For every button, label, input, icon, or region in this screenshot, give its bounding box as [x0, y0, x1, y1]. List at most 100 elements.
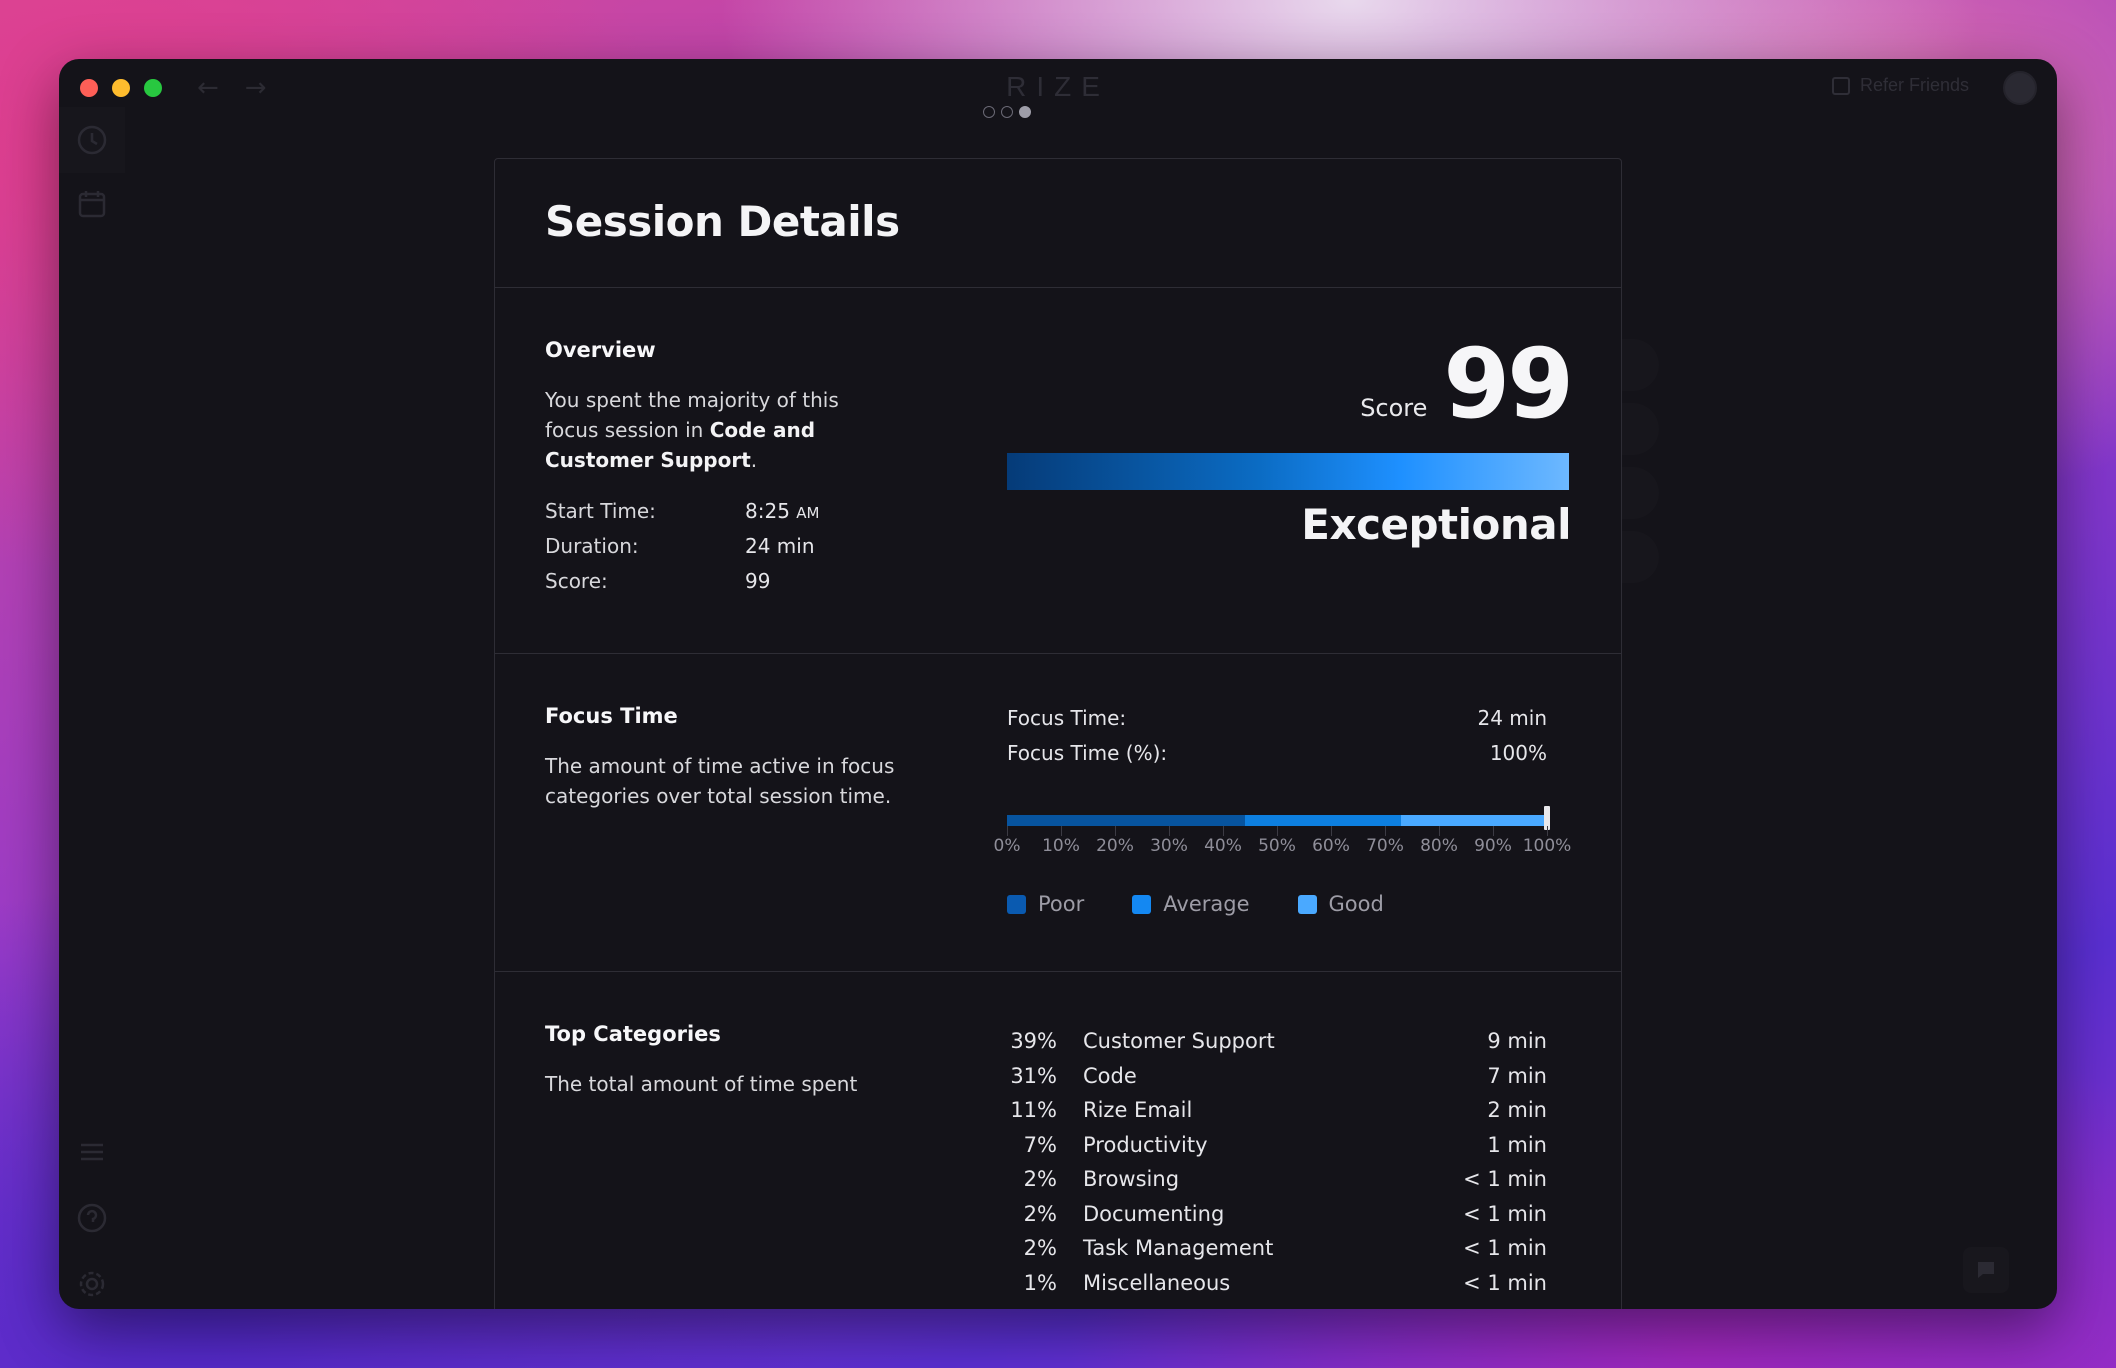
legend-item-good: Good: [1297, 892, 1384, 916]
focus-segment-poor: [1007, 815, 1245, 826]
list-item: 2% Task Management < 1 min: [1007, 1231, 1547, 1266]
gift-icon: [1831, 76, 1850, 95]
legend-swatch: [1132, 894, 1152, 914]
focus-tick: [1439, 826, 1440, 836]
legend-swatch: [1007, 894, 1026, 914]
sidebar-item-list[interactable]: [59, 1119, 125, 1185]
focus-time-value: 24 min: [1477, 706, 1547, 730]
focus-tick-label: 100%: [1522, 836, 1572, 856]
duration-label: Duration:: [545, 534, 639, 558]
focus-tick-label: 20%: [1096, 836, 1134, 856]
list-item: 2% Browsing < 1 min: [1007, 1162, 1547, 1197]
focus-tick-label: 70%: [1366, 836, 1404, 856]
sidebar-item-calendar[interactable]: [59, 171, 125, 237]
refer-friends-label: Refer Friends: [1859, 75, 1969, 95]
focus-tick: [1493, 826, 1494, 836]
category-name: Productivity: [1083, 1132, 1208, 1157]
category-percent: 7%: [1023, 1132, 1057, 1157]
focus-legend: Poor Average Good: [1007, 892, 1384, 916]
overview-section: Overview You spent the majority of this …: [495, 288, 1621, 654]
focus-tick: [1115, 826, 1116, 836]
page-title: Session Details: [545, 197, 900, 246]
category-time: < 1 min: [1463, 1270, 1547, 1295]
category-time: 7 min: [1487, 1063, 1547, 1088]
score-display: Score 99: [1360, 328, 1574, 440]
panel-header: Session Details: [495, 159, 1621, 288]
top-categories-section: Top Categories The total amount of time …: [495, 972, 1621, 1309]
focus-scale-bar: [1007, 815, 1547, 826]
score-row: Score: 99: [545, 569, 819, 604]
help-icon: [77, 1203, 107, 1233]
focus-time-stats: Focus Time: 24 min Focus Time (%): 100%: [1007, 706, 1547, 776]
start-time-clock: 8:25: [745, 499, 790, 523]
legend-swatch: [1297, 894, 1317, 914]
category-name: Browsing: [1083, 1167, 1180, 1192]
page-dot[interactable]: [983, 106, 995, 118]
overview-desc-end: .: [750, 448, 758, 472]
overview-stats: Start Time: 8:25 AM Duration: 24 min Sco…: [545, 499, 819, 604]
list-item: 31% Code 7 min: [1007, 1059, 1547, 1094]
overview-title: Overview: [545, 338, 656, 362]
list-item: 11% Rize Email 2 min: [1007, 1093, 1547, 1128]
focus-tick-label: 40%: [1204, 836, 1242, 856]
sidebar-item-timeline[interactable]: [59, 107, 125, 173]
start-time-value: 8:25 AM: [745, 499, 819, 534]
category-name: Rize Email: [1083, 1098, 1193, 1123]
legend-label: Average: [1163, 892, 1250, 916]
focus-tick: [1547, 826, 1548, 836]
duration-value: 24 min: [745, 534, 815, 558]
category-name: Code: [1083, 1063, 1137, 1088]
refer-friends-button[interactable]: Refer Friends: [1831, 75, 1969, 96]
focus-tick: [1223, 826, 1224, 836]
category-time: < 1 min: [1463, 1167, 1547, 1192]
top-categories-description: The total amount of time spent: [545, 1072, 858, 1096]
calendar-icon: [78, 191, 106, 218]
big-score-label: Score: [1360, 394, 1428, 422]
category-time: < 1 min: [1463, 1201, 1547, 1226]
legend-label: Good: [1328, 892, 1384, 916]
start-time-row: Start Time: 8:25 AM: [545, 499, 819, 534]
focus-tick: [1331, 826, 1332, 836]
focus-tick-label: 30%: [1150, 836, 1188, 856]
focus-time-section: Focus Time The amount of time active in …: [495, 654, 1621, 972]
focus-tick: [1277, 826, 1278, 836]
focus-tick: [1007, 826, 1008, 836]
score-label: Score:: [545, 569, 608, 593]
category-percent: 31%: [1010, 1063, 1057, 1088]
legend-item-average: Average: [1132, 892, 1250, 916]
focus-pct-value: 100%: [1489, 741, 1547, 765]
avatar[interactable]: [2003, 71, 2037, 105]
session-details-panel: Session Details Overview You spent the m…: [494, 158, 1622, 1309]
focus-time-label: Focus Time:: [1007, 706, 1127, 730]
focus-tick-label: 0%: [993, 836, 1021, 856]
page-dot[interactable]: [1001, 106, 1013, 118]
category-name: Task Management: [1083, 1236, 1274, 1261]
category-name: Customer Support: [1083, 1029, 1275, 1054]
category-time: 1 min: [1487, 1132, 1547, 1157]
list-item: 1% Miscellaneous < 1 min: [1007, 1266, 1547, 1301]
start-time-ampm: AM: [796, 504, 820, 522]
category-percent: 1%: [1023, 1270, 1057, 1295]
category-time: 2 min: [1487, 1098, 1547, 1123]
app-window: ← → RIZE Refer Friends Session Details O…: [59, 59, 2057, 1309]
legend-item-poor: Poor: [1007, 892, 1084, 916]
list-item: 39% Customer Support 9 min: [1007, 1024, 1547, 1059]
sidebar-item-help[interactable]: [59, 1185, 125, 1251]
score-progress-bar: [1007, 453, 1569, 490]
focus-tick: [1061, 826, 1062, 836]
focus-tick-label: 50%: [1258, 836, 1296, 856]
chat-button[interactable]: [1963, 1247, 2009, 1293]
focus-tick: [1169, 826, 1170, 836]
big-score-number: 99: [1443, 328, 1574, 440]
list-item: 7% Productivity 1 min: [1007, 1128, 1547, 1163]
focus-tick: [1385, 826, 1386, 836]
focus-pct-label: Focus Time (%):: [1007, 741, 1168, 765]
focus-tick-label: 90%: [1474, 836, 1512, 856]
list-icon: [81, 1143, 103, 1161]
focus-time-description: The amount of time active in focus categ…: [545, 754, 895, 808]
page-dot[interactable]: [1019, 106, 1031, 118]
background-rail: [1619, 339, 1659, 595]
sidebar-item-settings[interactable]: [59, 1251, 125, 1309]
score-rating: Exceptional: [1301, 500, 1571, 549]
focus-time-title: Focus Time: [545, 704, 678, 728]
